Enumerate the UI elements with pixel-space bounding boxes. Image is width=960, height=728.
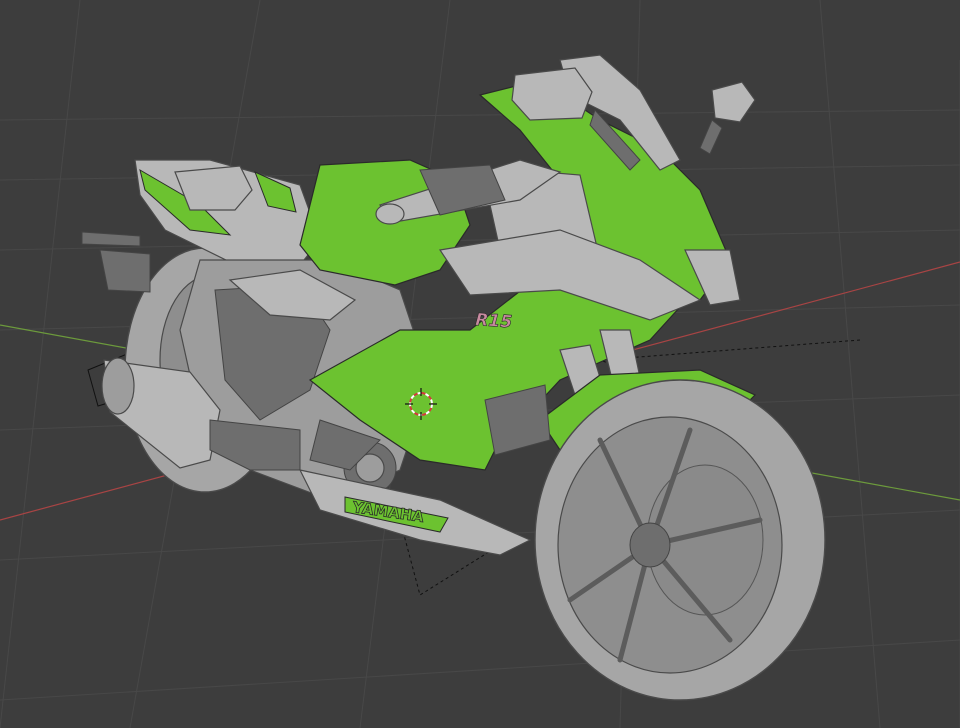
3d-viewport[interactable]: YAMAHA R15 — [0, 0, 960, 728]
front-wheel — [534, 379, 826, 701]
viewport-canvas[interactable]: YAMAHA R15 — [0, 0, 960, 728]
model-badge: R15 — [475, 310, 513, 333]
mirror-right — [699, 81, 756, 155]
